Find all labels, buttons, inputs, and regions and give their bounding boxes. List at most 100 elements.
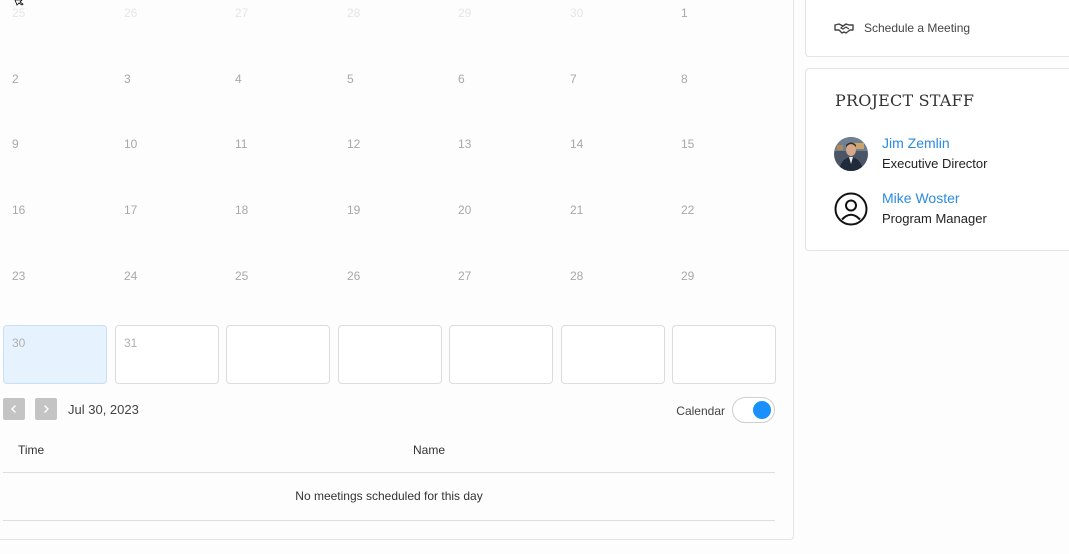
day-number: 25 xyxy=(12,6,26,20)
staff-member: Mike Woster Program Manager xyxy=(834,190,1069,232)
day-number: 23 xyxy=(12,269,26,283)
day-number: 28 xyxy=(347,6,361,20)
day-number: 1 xyxy=(681,6,688,20)
calendar-day[interactable]: 25 xyxy=(226,260,330,320)
day-number: 21 xyxy=(570,203,584,217)
calendar-day[interactable]: 15 xyxy=(672,128,776,188)
calendar-day[interactable] xyxy=(672,325,776,384)
calendar-day[interactable]: 26 xyxy=(115,0,219,57)
day-number: 19 xyxy=(347,203,361,217)
day-number: 2 xyxy=(12,72,19,86)
column-header-name: Name xyxy=(413,443,446,457)
calendar-day[interactable]: 4 xyxy=(226,63,330,123)
table-header: Time Name xyxy=(3,433,775,473)
day-number: 8 xyxy=(681,72,688,86)
day-number: 6 xyxy=(458,72,465,86)
calendar-day[interactable]: 12 xyxy=(338,128,442,188)
calendar-toggle-label: Calendar xyxy=(676,404,725,418)
calendar-day[interactable]: 18 xyxy=(226,194,330,254)
day-number: 31 xyxy=(124,336,138,350)
calendar-day[interactable]: 30 xyxy=(561,0,665,57)
calendar-day[interactable]: 21 xyxy=(561,194,665,254)
calendar-controls: Jul 30, 2023 Calendar xyxy=(3,397,775,423)
meetings-table: Time Name No meetings scheduled for this… xyxy=(3,433,775,521)
day-number: 30 xyxy=(12,336,26,350)
calendar-view-toggle[interactable] xyxy=(732,397,775,423)
calendar-day[interactable]: 5 xyxy=(338,63,442,123)
day-number: 29 xyxy=(681,269,695,283)
day-number: 4 xyxy=(235,72,242,86)
calendar-day[interactable]: 1 xyxy=(672,0,776,57)
calendar-day[interactable]: 13 xyxy=(449,128,553,188)
project-staff-title: PROJECT STAFF xyxy=(835,91,975,110)
calendar-day[interactable]: 28 xyxy=(338,0,442,57)
calendar-day[interactable]: 29 xyxy=(672,260,776,320)
day-number: 13 xyxy=(458,137,472,151)
calendar-day[interactable] xyxy=(449,325,553,384)
calendar-day[interactable]: 2 xyxy=(3,63,107,123)
day-number: 17 xyxy=(124,203,138,217)
day-number: 10 xyxy=(124,137,138,151)
calendar-day[interactable]: 31 xyxy=(115,325,219,384)
day-number: 27 xyxy=(235,6,249,20)
day-number: 18 xyxy=(235,203,249,217)
calendar-day[interactable]: 14 xyxy=(561,128,665,188)
day-number: 3 xyxy=(124,72,131,86)
calendar-week: 30 31 xyxy=(0,325,790,385)
day-number: 26 xyxy=(124,6,138,20)
calendar-day[interactable]: 28 xyxy=(561,260,665,320)
next-day-button[interactable] xyxy=(35,398,57,420)
calendar-day[interactable]: 7 xyxy=(561,63,665,123)
day-number: 20 xyxy=(458,203,472,217)
chevron-left-icon xyxy=(11,405,16,413)
day-number: 11 xyxy=(235,137,248,151)
column-header-time: Time xyxy=(18,443,45,457)
calendar-day[interactable] xyxy=(338,325,442,384)
schedule-meeting-link[interactable]: Schedule a Meeting xyxy=(834,21,970,35)
calendar-week: 2 3 4 5 6 7 8 xyxy=(0,63,790,123)
day-number: 30 xyxy=(570,6,584,20)
calendar-day[interactable]: 11 xyxy=(226,128,330,188)
calendar-day[interactable]: 9 xyxy=(3,128,107,188)
day-number: 12 xyxy=(347,137,361,151)
calendar-day[interactable]: 23 xyxy=(3,260,107,320)
calendar-day[interactable] xyxy=(561,325,665,384)
calendar-day[interactable]: 27 xyxy=(449,260,553,320)
day-number: 28 xyxy=(570,269,584,283)
calendar-week: 23 24 25 26 27 28 29 xyxy=(0,260,790,320)
avatar xyxy=(834,137,868,171)
calendar-day[interactable]: 10 xyxy=(115,128,219,188)
calendar-week: 25 26 27 28 29 30 1 xyxy=(0,0,790,57)
calendar-day[interactable]: 19 xyxy=(338,194,442,254)
day-number: 15 xyxy=(681,137,695,151)
handshake-icon xyxy=(834,23,854,34)
project-staff-card: PROJECT STAFF Jim Zemlin Executive Direc… xyxy=(805,68,1069,251)
toggle-knob xyxy=(753,401,771,419)
user-circle-icon xyxy=(834,192,868,226)
staff-name-link[interactable]: Mike Woster xyxy=(882,190,960,206)
day-number: 14 xyxy=(570,137,584,151)
empty-state-message: No meetings scheduled for this day xyxy=(3,473,775,521)
calendar-week: 16 17 18 19 20 21 22 xyxy=(0,194,790,254)
day-number: 24 xyxy=(124,269,138,283)
calendar-day[interactable]: 8 xyxy=(672,63,776,123)
calendar-day[interactable]: 6 xyxy=(449,63,553,123)
calendar-day[interactable]: 26 xyxy=(338,260,442,320)
day-number: 29 xyxy=(458,6,472,20)
staff-name-link[interactable]: Jim Zemlin xyxy=(882,135,950,151)
day-number: 26 xyxy=(347,269,361,283)
previous-day-button[interactable] xyxy=(3,398,25,420)
calendar-day[interactable]: 16 xyxy=(3,194,107,254)
calendar-day[interactable]: 24 xyxy=(115,260,219,320)
calendar-day[interactable]: 27 xyxy=(226,0,330,57)
chevron-right-icon xyxy=(44,405,49,413)
calendar-day[interactable]: 3 xyxy=(115,63,219,123)
calendar-day[interactable] xyxy=(226,325,330,384)
calendar-day[interactable]: 20 xyxy=(449,194,553,254)
calendar-day[interactable]: 29 xyxy=(449,0,553,57)
calendar-day-selected[interactable]: 30 xyxy=(3,325,107,384)
calendar-day[interactable]: 22 xyxy=(672,194,776,254)
schedule-meeting-card: Schedule a Meeting xyxy=(805,0,1069,57)
calendar-day[interactable]: 25 xyxy=(3,0,107,57)
calendar-day[interactable]: 17 xyxy=(115,194,219,254)
